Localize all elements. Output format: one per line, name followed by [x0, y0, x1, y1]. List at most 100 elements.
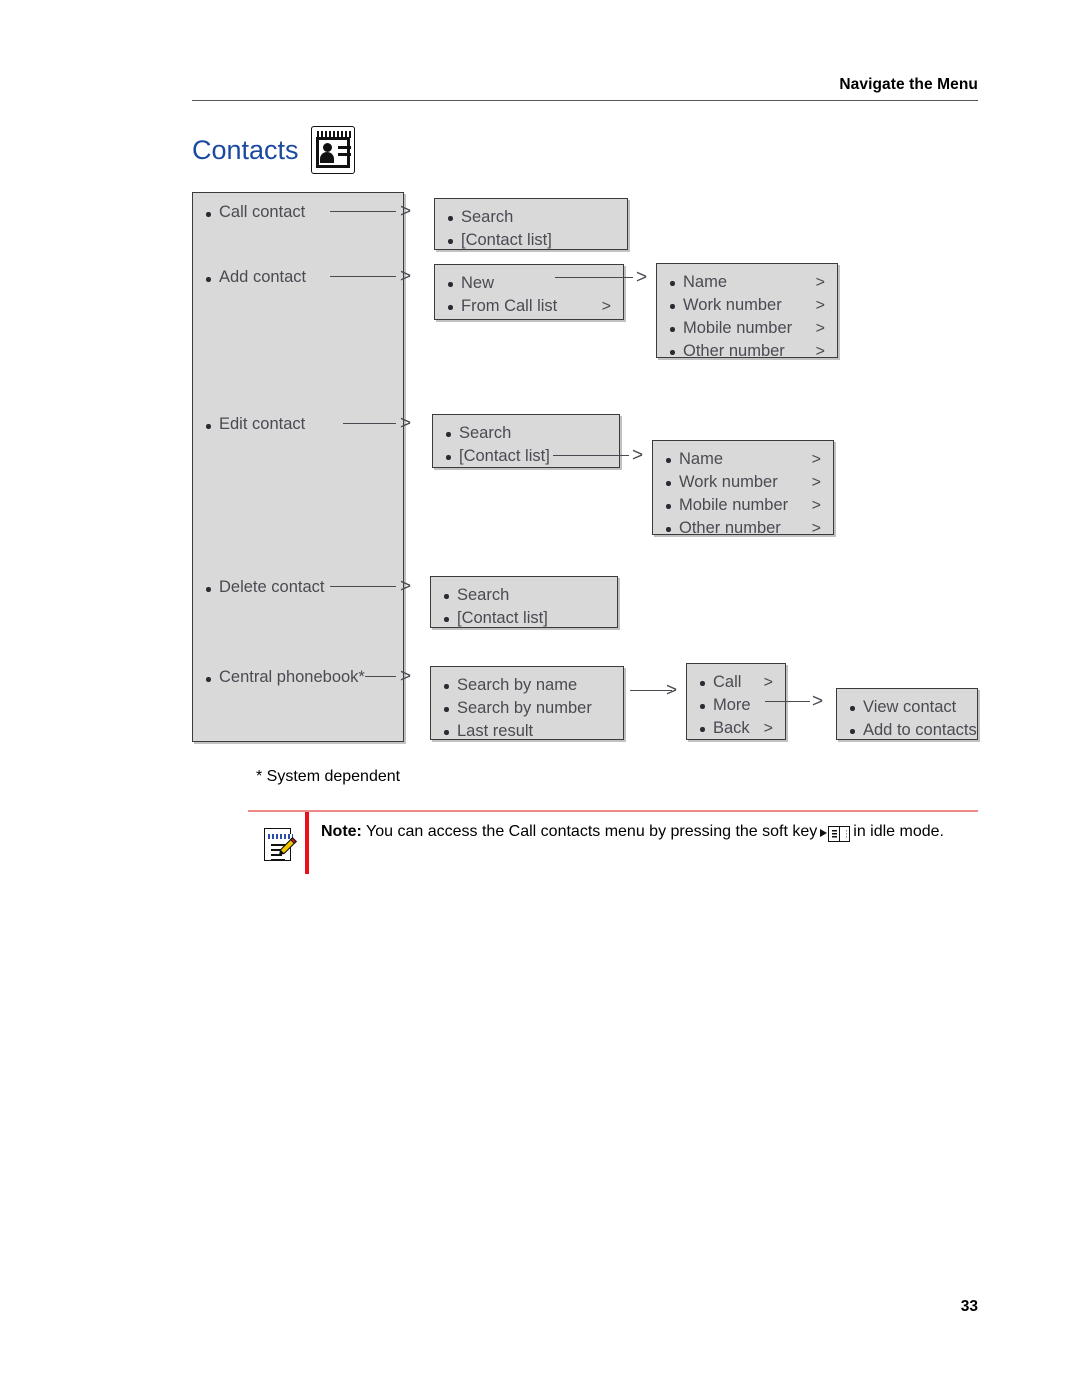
chevron-right-icon: > [811, 497, 821, 514]
menu-item-label: Add to contacts [863, 721, 977, 739]
menu-item-label: [Contact list] [457, 609, 548, 627]
root-item-central-phonebook[interactable]: Central phonebook* [203, 668, 365, 687]
menu-item[interactable]: Name > [663, 448, 821, 471]
menu-item[interactable]: Search by number [441, 697, 611, 720]
menu-item[interactable]: From Call list > [445, 295, 611, 318]
root-item-call-contact[interactable]: Call contact [203, 203, 305, 222]
chevron-right-icon: > [815, 320, 825, 337]
connector-add-to-fields [555, 277, 633, 279]
root-item-label: Central phonebook* [219, 668, 365, 686]
menu-item[interactable]: Last result [441, 720, 611, 743]
submenu-call-contact: Search [Contact list] [434, 198, 628, 250]
menu-item-label: Work number [683, 296, 782, 314]
note-text: Note: You can access the Call contacts m… [321, 820, 981, 847]
root-item-label: Call contact [219, 203, 306, 221]
menu-item[interactable]: Search [445, 206, 615, 229]
arrow-edit-contact: > [400, 413, 412, 434]
chevron-right-icon: > [815, 297, 825, 314]
menu-item[interactable]: [Contact list] [445, 229, 615, 252]
menu-item-label: Back [713, 719, 750, 737]
menu-item[interactable]: Call > [697, 671, 773, 694]
menu-item-label: Last result [457, 722, 534, 740]
menu-item[interactable]: [Contact list] [443, 445, 607, 468]
connector-call-contact [330, 211, 396, 213]
arrow-more-to-options: > [812, 691, 824, 712]
note-pad-line [271, 859, 285, 861]
chevron-right-icon: > [815, 274, 825, 291]
submenu-delete-contact: Search [Contact list] [430, 576, 618, 628]
chevron-right-icon: > [811, 520, 821, 537]
bullet-icon [206, 212, 211, 217]
root-item-label: Edit contact [219, 415, 306, 433]
chevron-right-icon: > [815, 343, 825, 360]
arrow-delete-contact: > [400, 576, 412, 597]
phonebook-book-icon [828, 826, 851, 842]
arrow-central-phonebook: > [400, 666, 412, 687]
softkey-phonebook-icon [820, 823, 851, 847]
menu-item[interactable]: Add to contacts [847, 719, 977, 742]
menu-item-label: Mobile number [683, 319, 793, 337]
menu-item[interactable]: Other number > [663, 517, 821, 540]
menu-item[interactable]: More [697, 694, 773, 717]
menu-item[interactable]: Other number > [667, 340, 825, 363]
menu-item-label: Search [461, 208, 514, 226]
connector-delete-contact [330, 586, 396, 588]
arrow-edit-to-fields: > [632, 445, 644, 466]
menu-item-label: Call [713, 673, 742, 691]
menu-item-label: Search [459, 424, 512, 442]
root-item-delete-contact[interactable]: Delete contact [203, 578, 324, 597]
menu-item-label: [Contact list] [461, 231, 552, 249]
pencil-icon [278, 837, 297, 856]
submenu-phonebook-more: View contact Add to contacts [836, 688, 978, 740]
menu-item-label: Mobile number [679, 496, 789, 514]
menu-item[interactable]: Mobile number > [663, 494, 821, 517]
book-right-page [841, 830, 847, 839]
chevron-right-icon: > [601, 298, 611, 315]
menu-item[interactable]: View contact [847, 696, 965, 719]
note-body-before: You can access the Call contacts menu by… [366, 823, 818, 840]
chevron-right-icon: > [811, 451, 821, 468]
note-pencil-icon [262, 824, 297, 862]
root-item-add-contact[interactable]: Add contact [203, 268, 306, 287]
connector-central-phonebook [365, 676, 396, 678]
connector-edit-contact [343, 423, 396, 425]
menu-item-label: From Call list [461, 297, 558, 315]
connector-more-to-options [765, 701, 810, 703]
menu-item-label: Search by name [457, 676, 578, 694]
menu-item-label: Name [683, 273, 728, 291]
menu-item[interactable]: Back > [697, 717, 773, 740]
note-body-after: in idle mode. [853, 823, 944, 840]
menu-item[interactable]: Mobile number > [667, 317, 825, 340]
chevron-right-icon: > [763, 674, 773, 691]
menu-item-label: New [461, 274, 495, 292]
bullet-icon [206, 587, 211, 592]
menu-root-panel: Call contact Add contact Edit contact De… [192, 192, 404, 742]
arrow-add-contact: > [400, 266, 412, 287]
contacts-menu-diagram: Call contact Add contact Edit contact De… [0, 0, 1080, 800]
chevron-right-icon: > [763, 720, 773, 737]
footnote-system-dependent: * System dependent [256, 768, 401, 785]
menu-item-label: Other number [679, 519, 781, 537]
menu-item-label: More [713, 696, 751, 714]
bullet-icon [206, 424, 211, 429]
note-top-divider [248, 810, 978, 812]
arrow-add-to-fields: > [636, 267, 648, 288]
root-item-edit-contact[interactable]: Edit contact [203, 415, 305, 434]
root-item-label: Add contact [219, 268, 307, 286]
menu-item-label: Other number [683, 342, 785, 360]
root-item-label: Delete contact [219, 578, 325, 596]
arrow-phonebook-to-result: > [666, 680, 678, 701]
menu-item[interactable]: Search [441, 584, 605, 607]
book-left-page [831, 830, 837, 839]
submenu-central-phonebook: Search by name Search by number Last res… [430, 666, 624, 740]
submenu-edit-contact-fields: Name > Work number > Mobile number > Oth… [652, 440, 834, 537]
menu-item[interactable]: Name > [667, 271, 825, 294]
menu-item[interactable]: Search by name [441, 674, 611, 697]
menu-item[interactable]: New [445, 272, 611, 295]
connector-add-contact [330, 276, 396, 278]
menu-item[interactable]: Work number > [663, 471, 821, 494]
menu-item[interactable]: Work number > [667, 294, 825, 317]
arrow-call-contact: > [400, 201, 412, 222]
menu-item[interactable]: Search [443, 422, 607, 445]
menu-item[interactable]: [Contact list] [441, 607, 605, 630]
